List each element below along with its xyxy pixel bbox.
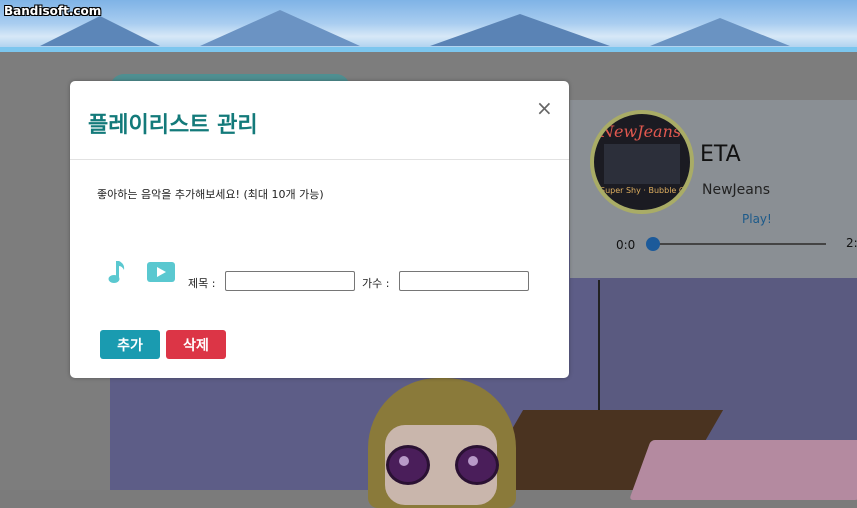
title-label: 제목 :	[188, 277, 216, 290]
character-left-eye	[386, 445, 430, 485]
singer-input[interactable]	[399, 271, 529, 291]
watermark: Bandisoft.com	[4, 4, 102, 18]
delete-button[interactable]: 삭제	[166, 330, 226, 359]
room-corner-line	[598, 280, 600, 420]
album-art-subtitle: Super Shy · Bubble Gum	[600, 186, 694, 195]
play-link[interactable]: Play!	[742, 212, 772, 226]
time-current: 0:0	[616, 238, 636, 252]
modal-title: 플레이리스트 관리	[88, 113, 258, 138]
seek-knob[interactable]	[646, 237, 660, 251]
play-icon	[147, 262, 175, 282]
modal-divider	[70, 159, 569, 160]
music-note-icon	[108, 261, 125, 283]
title-input[interactable]	[225, 271, 355, 291]
room-bed	[629, 440, 857, 500]
singer-label: 가수 :	[362, 277, 390, 290]
album-art-title: NewJeans	[600, 122, 682, 141]
song-title: ETA	[700, 142, 741, 167]
seek-track[interactable]	[652, 243, 826, 245]
song-artist: NewJeans	[702, 182, 771, 198]
modal-description: 좋아하는 음악을 추가해보세요! (최대 10개 가능)	[97, 188, 324, 201]
time-total: 2:	[846, 236, 857, 250]
album-art-photo	[604, 144, 680, 184]
add-button[interactable]: 추가	[100, 330, 160, 359]
character-right-eye	[455, 445, 499, 485]
close-icon[interactable]: ×	[536, 97, 553, 119]
album-art: NewJeans Super Shy · Bubble Gum	[590, 110, 694, 214]
top-banner: Bandisoft.com	[0, 0, 857, 52]
playlist-modal: 플레이리스트 관리 × 좋아하는 음악을 추가해보세요! (최대 10개 가능)…	[70, 81, 569, 378]
